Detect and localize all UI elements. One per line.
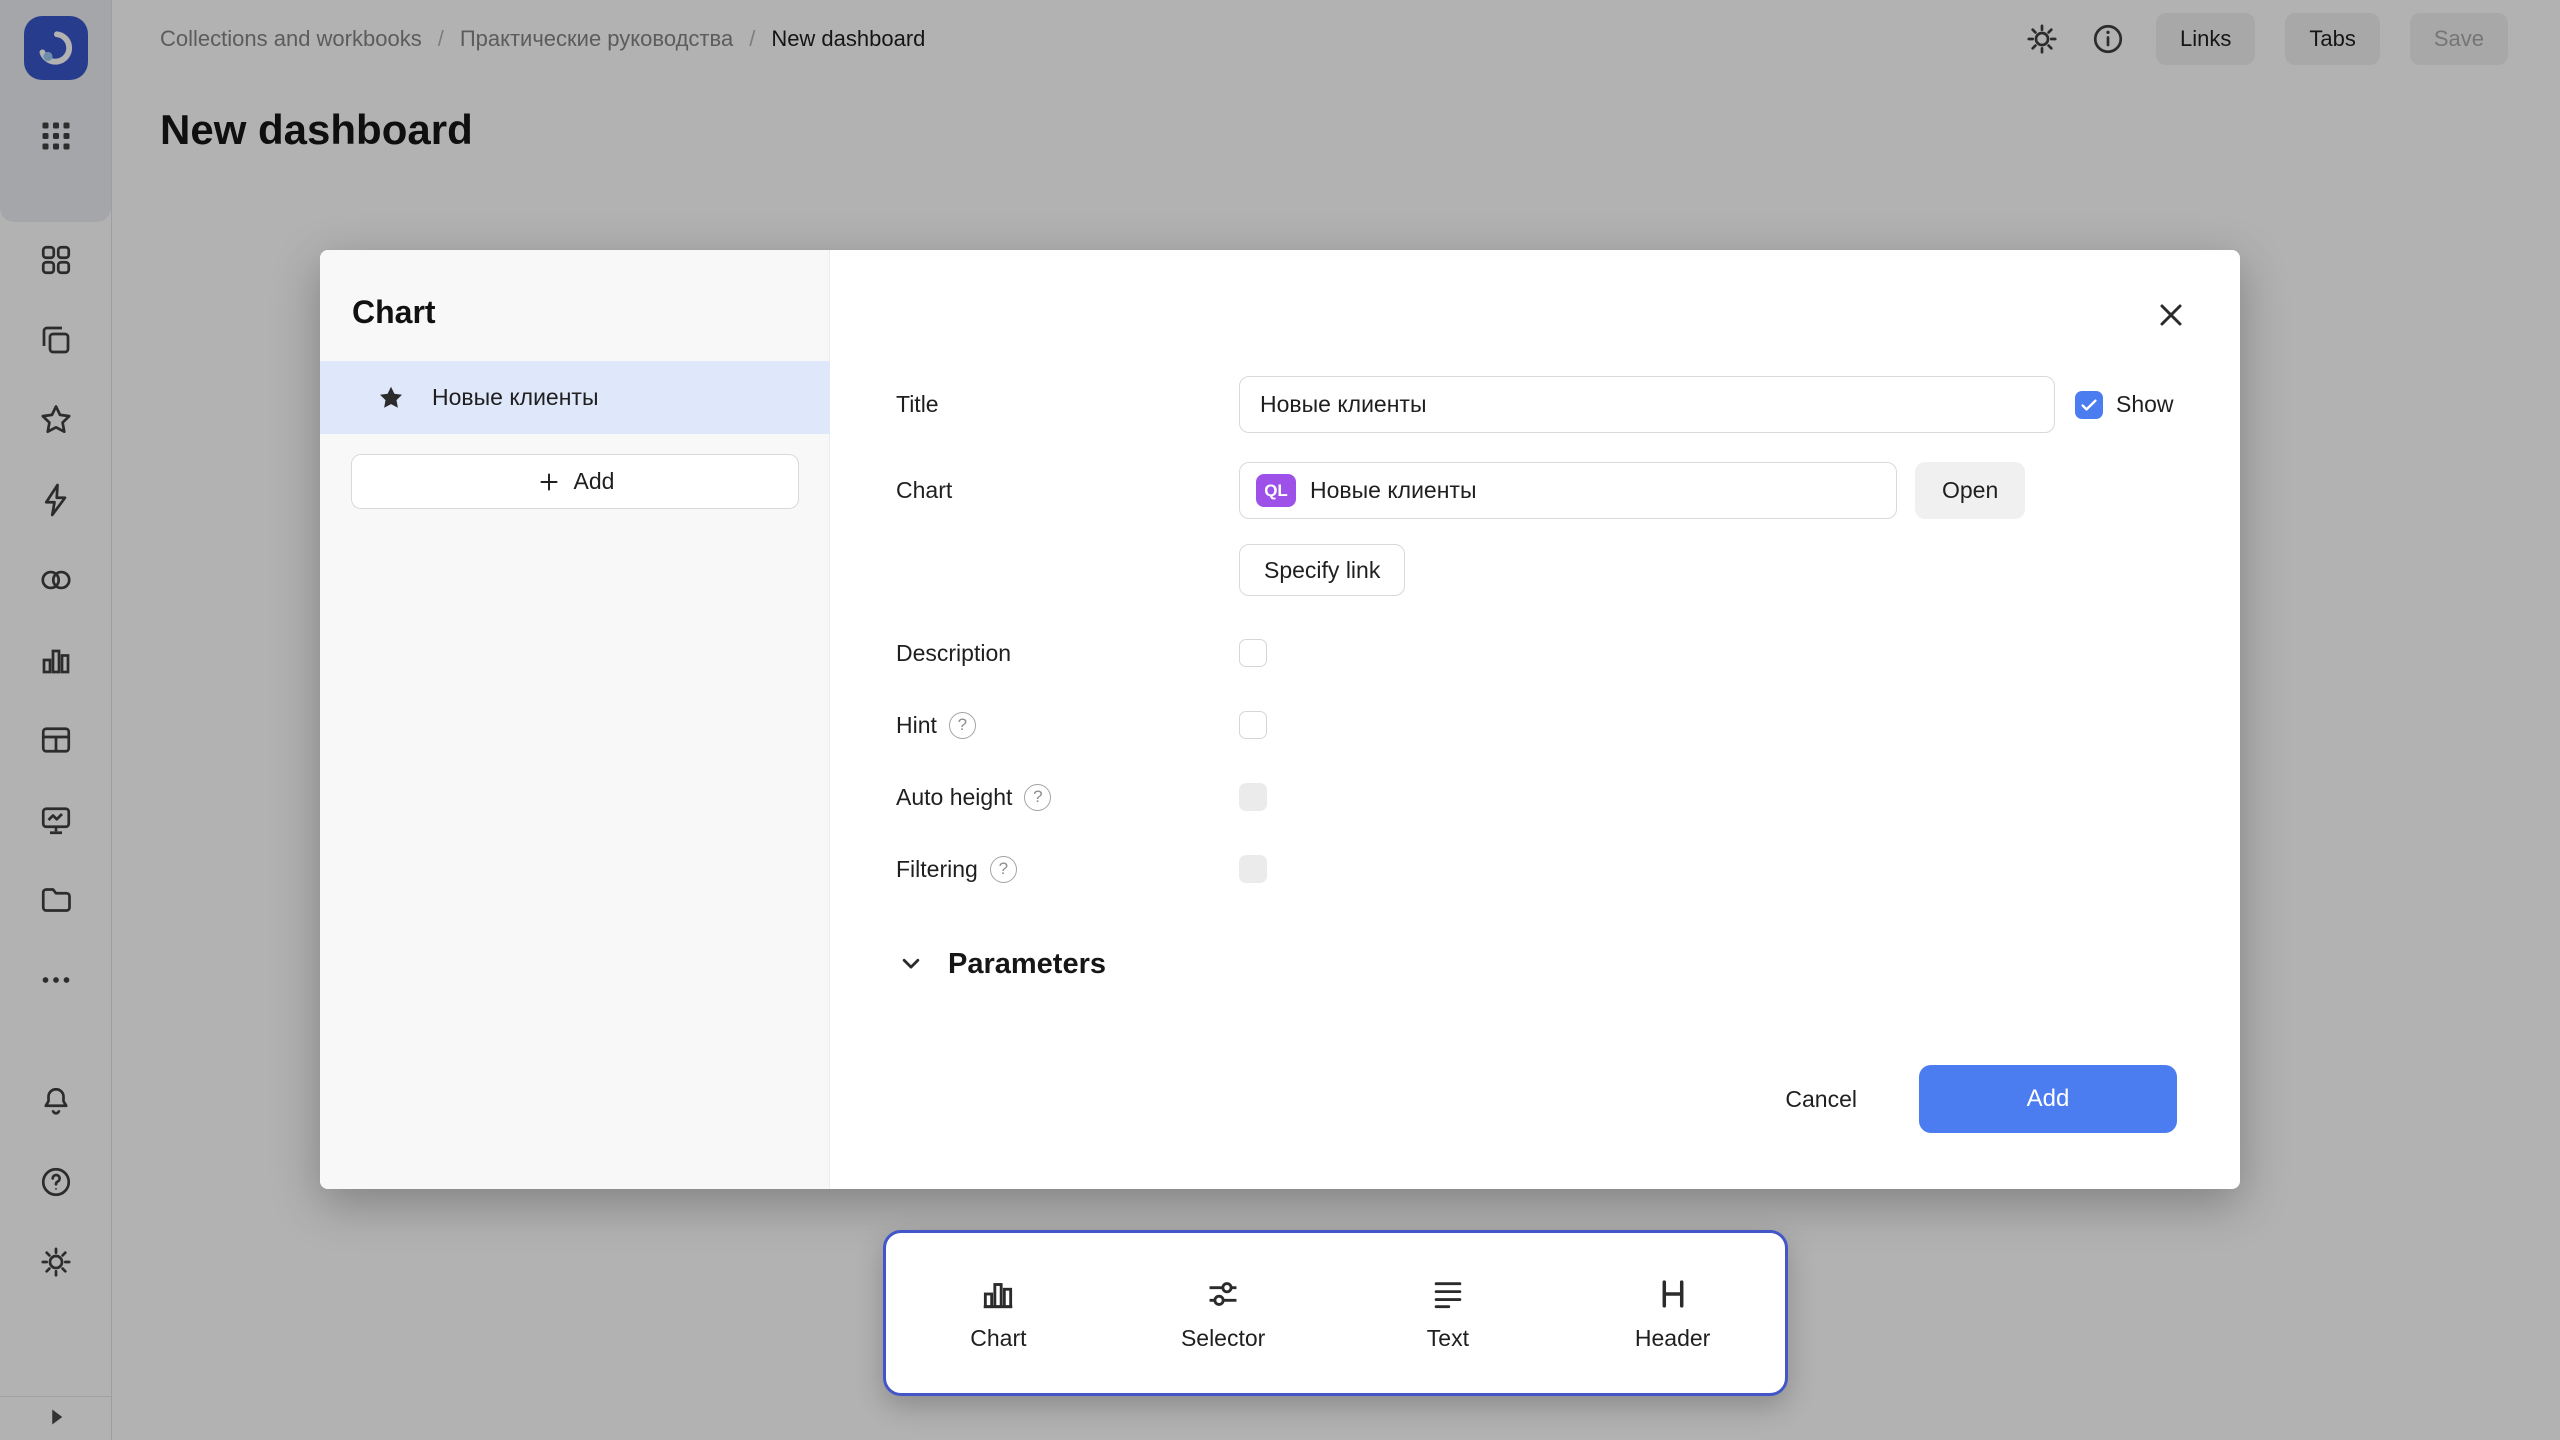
cancel-button[interactable]: Cancel	[1777, 1074, 1865, 1125]
chart-select-input[interactable]: QL Новые клиенты	[1239, 462, 1897, 519]
open-chart-button[interactable]: Open	[1915, 462, 2025, 519]
toolbar-item-chart[interactable]: Chart	[913, 1275, 1083, 1352]
chart-select-value: Новые клиенты	[1310, 477, 1476, 504]
chart-row: Chart QL Новые клиенты Open	[896, 462, 2025, 519]
hint-label: Hint	[896, 712, 937, 739]
hint-help-icon[interactable]: ?	[949, 712, 976, 739]
title-label: Title	[896, 391, 1239, 418]
toolbar-item-text[interactable]: Text	[1363, 1275, 1533, 1352]
toolbar-item-label: Chart	[970, 1325, 1026, 1352]
panel-add-button[interactable]: Add	[351, 454, 799, 509]
auto-height-checkbox	[1239, 783, 1267, 811]
toolbar-item-label: Text	[1427, 1325, 1469, 1352]
dialog-footer: Cancel Add	[1777, 1065, 2177, 1133]
title-input[interactable]	[1239, 376, 2055, 433]
bar-chart-icon	[979, 1275, 1017, 1313]
auto-height-row: Auto height ?	[896, 777, 1267, 817]
filtering-row: Filtering ?	[896, 849, 1267, 889]
auto-height-label: Auto height	[896, 784, 1012, 811]
hint-row: Hint ?	[896, 705, 1267, 745]
star-icon	[376, 383, 406, 413]
add-button[interactable]: Add	[1919, 1065, 2177, 1133]
dialog-left-panel: Chart Новые клиенты Add	[320, 250, 830, 1189]
filtering-label: Filtering	[896, 856, 978, 883]
specify-link-button[interactable]: Specify link	[1239, 544, 1405, 596]
text-lines-icon	[1429, 1275, 1467, 1313]
panel-add-label: Add	[574, 468, 615, 495]
header-letter-icon	[1654, 1275, 1692, 1313]
description-label: Description	[896, 640, 1239, 667]
sliders-icon	[1204, 1275, 1242, 1313]
show-toggle: Show	[2075, 391, 2174, 419]
chart-list-item-selected[interactable]: Новые клиенты	[320, 361, 830, 434]
auto-height-help-icon[interactable]: ?	[1024, 784, 1051, 811]
ql-badge: QL	[1256, 474, 1296, 507]
widget-toolbar: Chart Selector Text Header	[883, 1230, 1788, 1396]
chart-list-item-label: Новые клиенты	[432, 384, 598, 411]
description-row: Description	[896, 633, 1267, 673]
toolbar-item-label: Selector	[1181, 1325, 1265, 1352]
filtering-checkbox	[1239, 855, 1267, 883]
close-icon	[2153, 297, 2189, 333]
add-chart-dialog: Chart Новые клиенты Add	[320, 250, 2240, 1189]
plus-icon	[536, 469, 562, 495]
chevron-down-icon	[896, 949, 926, 979]
show-checkbox[interactable]	[2075, 391, 2103, 419]
close-dialog-button[interactable]	[2150, 294, 2192, 336]
toolbar-item-header[interactable]: Header	[1588, 1275, 1758, 1352]
parameters-label: Parameters	[948, 948, 1106, 981]
show-label: Show	[2116, 391, 2174, 418]
app-root: Collections and workbooks / Практические…	[0, 0, 2560, 1440]
toolbar-item-selector[interactable]: Selector	[1138, 1275, 1308, 1352]
dialog-title: Chart	[352, 294, 436, 331]
description-checkbox[interactable]	[1239, 639, 1267, 667]
filtering-help-icon[interactable]: ?	[990, 856, 1017, 883]
check-icon	[2078, 394, 2100, 416]
parameters-section-toggle[interactable]: Parameters	[896, 942, 1106, 986]
title-row: Title Show	[896, 376, 2174, 433]
specify-link-row: Specify link	[1239, 544, 1405, 596]
toolbar-item-label: Header	[1635, 1325, 1710, 1352]
dialog-form: Title Show Chart QL Новые клиенты	[830, 250, 2240, 1189]
hint-checkbox[interactable]	[1239, 711, 1267, 739]
chart-label: Chart	[896, 477, 1239, 504]
